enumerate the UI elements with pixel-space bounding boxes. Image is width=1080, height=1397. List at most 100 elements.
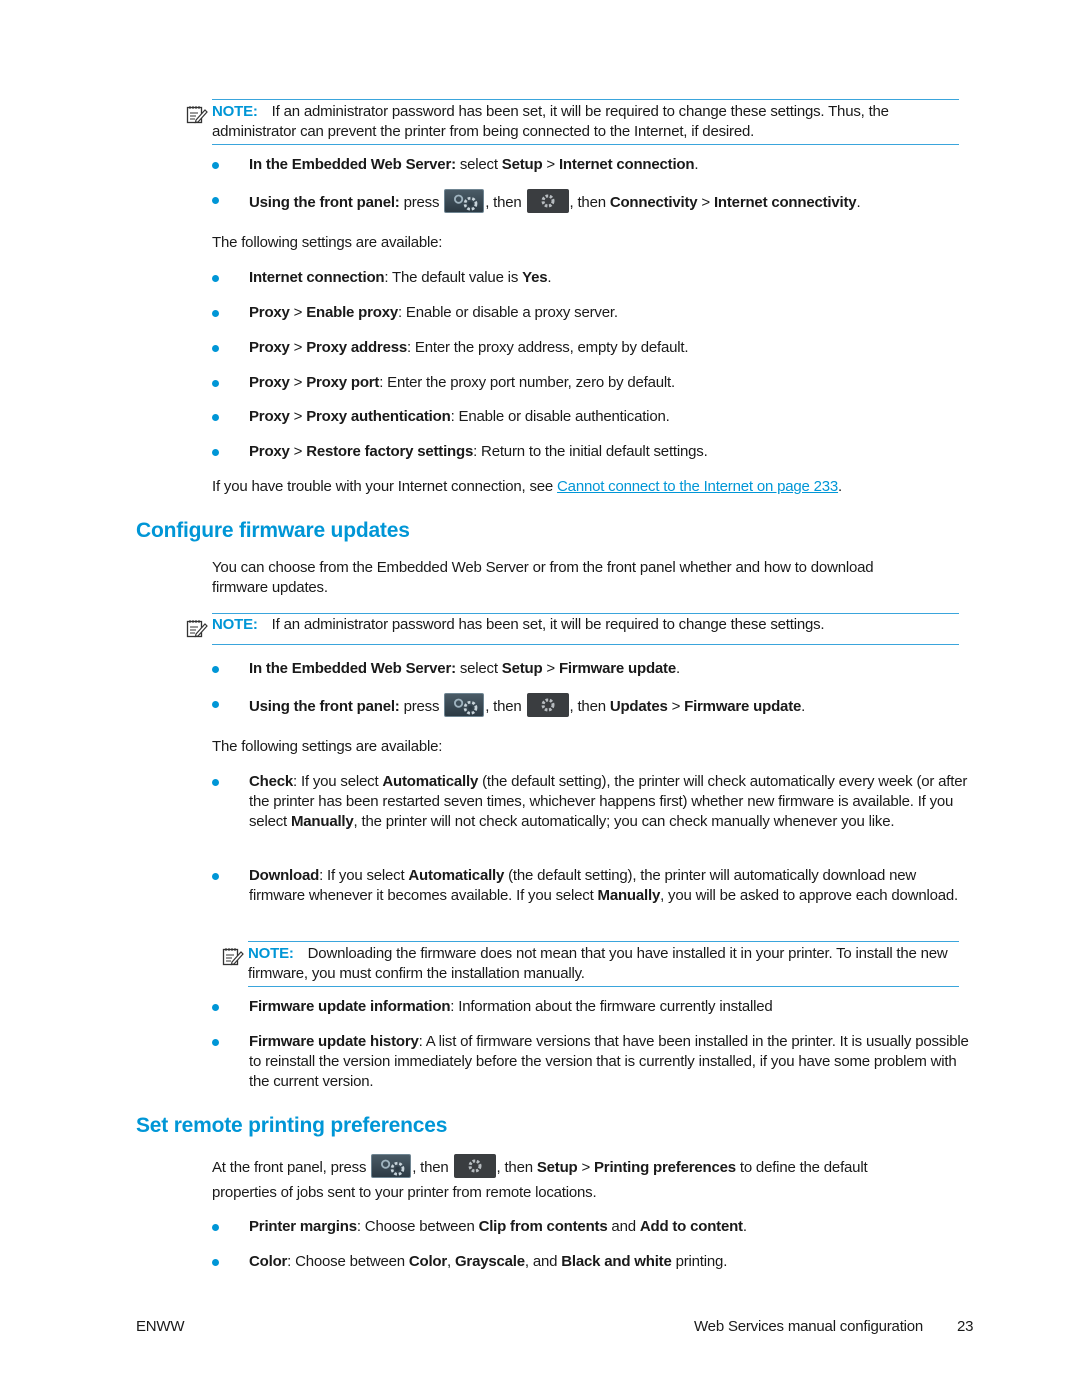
footer-section-title: Web Services manual configuration (694, 1318, 924, 1335)
bold-term: Proxy port (306, 374, 380, 391)
text: : Enable or disable a proxy server. (398, 304, 618, 321)
bold-term: Proxy (249, 443, 290, 460)
bold-term: Enable proxy (306, 304, 398, 321)
text: : Choose between (356, 1218, 479, 1235)
list-item-text: Firmware update history: A list of firmw… (249, 1032, 972, 1092)
note-text: Downloading the firmware does not mean t… (248, 945, 948, 982)
menu-setup: Setup (501, 156, 543, 173)
text: , the printer will not check automatical… (353, 813, 895, 830)
bold-term: Restore factory settings (306, 443, 474, 460)
list-item: Printer margins: Choose between Clip fro… (212, 1217, 972, 1237)
text: > (542, 660, 559, 677)
bullet-icon (212, 197, 219, 204)
text: : If you select (319, 867, 409, 884)
list-item-text: Proxy > Restore factory settings: Return… (249, 442, 972, 462)
note-text: If an administrator password has been se… (271, 616, 825, 633)
list-item: Proxy > Proxy authentication: Enable or … (212, 407, 972, 427)
text: . (742, 1218, 747, 1235)
cannot-connect-link[interactable]: Cannot connect to the Internet on page 2… (557, 478, 838, 495)
note-icon (186, 618, 208, 638)
list-item: Proxy > Enable proxy: Enable or disable … (212, 303, 972, 323)
bullet-icon (212, 1259, 219, 1266)
text: , then (412, 1159, 453, 1176)
text: , you will be asked to approve each down… (660, 887, 958, 904)
bullet-icon (212, 162, 219, 169)
firmware-intro: You can choose from the Embedded Web Ser… (212, 559, 874, 596)
bold-term: Color (408, 1253, 448, 1270)
list-item: Proxy > Restore factory settings: Return… (212, 442, 972, 462)
text: . (838, 478, 843, 495)
bullet-icon (212, 414, 219, 421)
list-item-text: Check: If you select Automatically (the … (249, 772, 972, 832)
bold-term: Firmware update history (249, 1033, 419, 1050)
gear-button-icon (526, 189, 569, 214)
text: . (856, 194, 861, 211)
bold-term: Printer margins (249, 1218, 357, 1235)
bullet-icon (212, 449, 219, 456)
text: : Enable or disable authentication. (450, 408, 670, 425)
list-item-text: Color: Choose between Color, Grayscale, … (249, 1252, 972, 1272)
text: . (676, 660, 680, 677)
front-panel-label: Using the front panel: (249, 194, 400, 211)
note-icon (186, 104, 208, 124)
bullet-icon (212, 701, 219, 708)
text: : Return to the initial default settings… (473, 443, 708, 460)
text: , then (485, 698, 526, 715)
following-settings-text: The following settings are available: (212, 234, 443, 251)
trouble-paragraph: If you have trouble with your Internet c… (212, 477, 972, 497)
text: , and (524, 1253, 562, 1270)
text: . (694, 156, 699, 173)
remote-printing-intro: At the front panel, press , then , then … (212, 1154, 932, 1205)
bullet-icon (212, 873, 219, 880)
menu-setup: Setup (536, 1159, 578, 1176)
note-admin-password: NOTE: If an administrator password has be… (212, 99, 959, 145)
text: : The default value is (384, 269, 523, 286)
list-item: Download: If you select Automatically (t… (212, 866, 972, 906)
list-item-text: Firmware update information: Information… (249, 997, 972, 1017)
gear-button-icon (526, 693, 569, 718)
text: and (607, 1218, 640, 1235)
text: > (542, 156, 559, 173)
text: : Enter the proxy address, empty by defa… (407, 339, 689, 356)
text: : Enter the proxy port number, zero by d… (379, 374, 675, 391)
list-item: Proxy > Proxy port: Enter the proxy port… (212, 373, 972, 393)
bold-term: Clip from contents (478, 1218, 608, 1235)
note-text: If an administrator password has been se… (212, 103, 889, 140)
text: press (399, 194, 444, 211)
bullet-icon (212, 275, 219, 282)
list-item: Internet connection: The default value i… (212, 268, 972, 288)
list-item-ews-firmware: In the Embedded Web Server: select Setup… (212, 659, 972, 679)
bullet-icon (212, 779, 219, 786)
text: : If you select (293, 773, 383, 790)
ews-label: In the Embedded Web Server: (249, 660, 456, 677)
bold-term: Manually (290, 813, 354, 830)
bold-term: Firmware update information (249, 998, 451, 1015)
list-item-ews-internet: In the Embedded Web Server: select Setup… (212, 155, 972, 175)
menu-internet-connection: Internet connection (558, 156, 695, 173)
note-admin-password-2: NOTE: If an administrator password has be… (212, 613, 959, 645)
list-item-front-panel-internet: Using the front panel: press , then , th… (212, 189, 972, 214)
bullet-icon (212, 1004, 219, 1011)
bold-term: Proxy (249, 304, 290, 321)
front-panel-label: Using the front panel: (249, 698, 400, 715)
note-label: NOTE: (212, 103, 258, 120)
menu-setup: Setup (501, 660, 543, 677)
note-label: NOTE: (212, 616, 258, 633)
bullet-icon (212, 1039, 219, 1046)
text: , then (569, 194, 610, 211)
bullet-icon (212, 380, 219, 387)
text: press (399, 698, 444, 715)
bullet-icon (212, 666, 219, 673)
text: , then (496, 1159, 537, 1176)
text: > (289, 374, 307, 391)
list-item-text: Proxy > Enable proxy: Enable or disable … (249, 303, 972, 323)
bold-term: Automatically (382, 773, 479, 790)
bold-term: Black and white (561, 1253, 672, 1270)
text: > (577, 1159, 594, 1176)
text: > (289, 443, 307, 460)
text: > (667, 698, 685, 715)
bold-term: Proxy (249, 339, 290, 356)
heading-set-remote-printing-preferences: Set remote printing preferences (136, 1114, 448, 1137)
bold-term: Proxy (249, 408, 290, 425)
settings-button-icon (371, 1154, 412, 1179)
